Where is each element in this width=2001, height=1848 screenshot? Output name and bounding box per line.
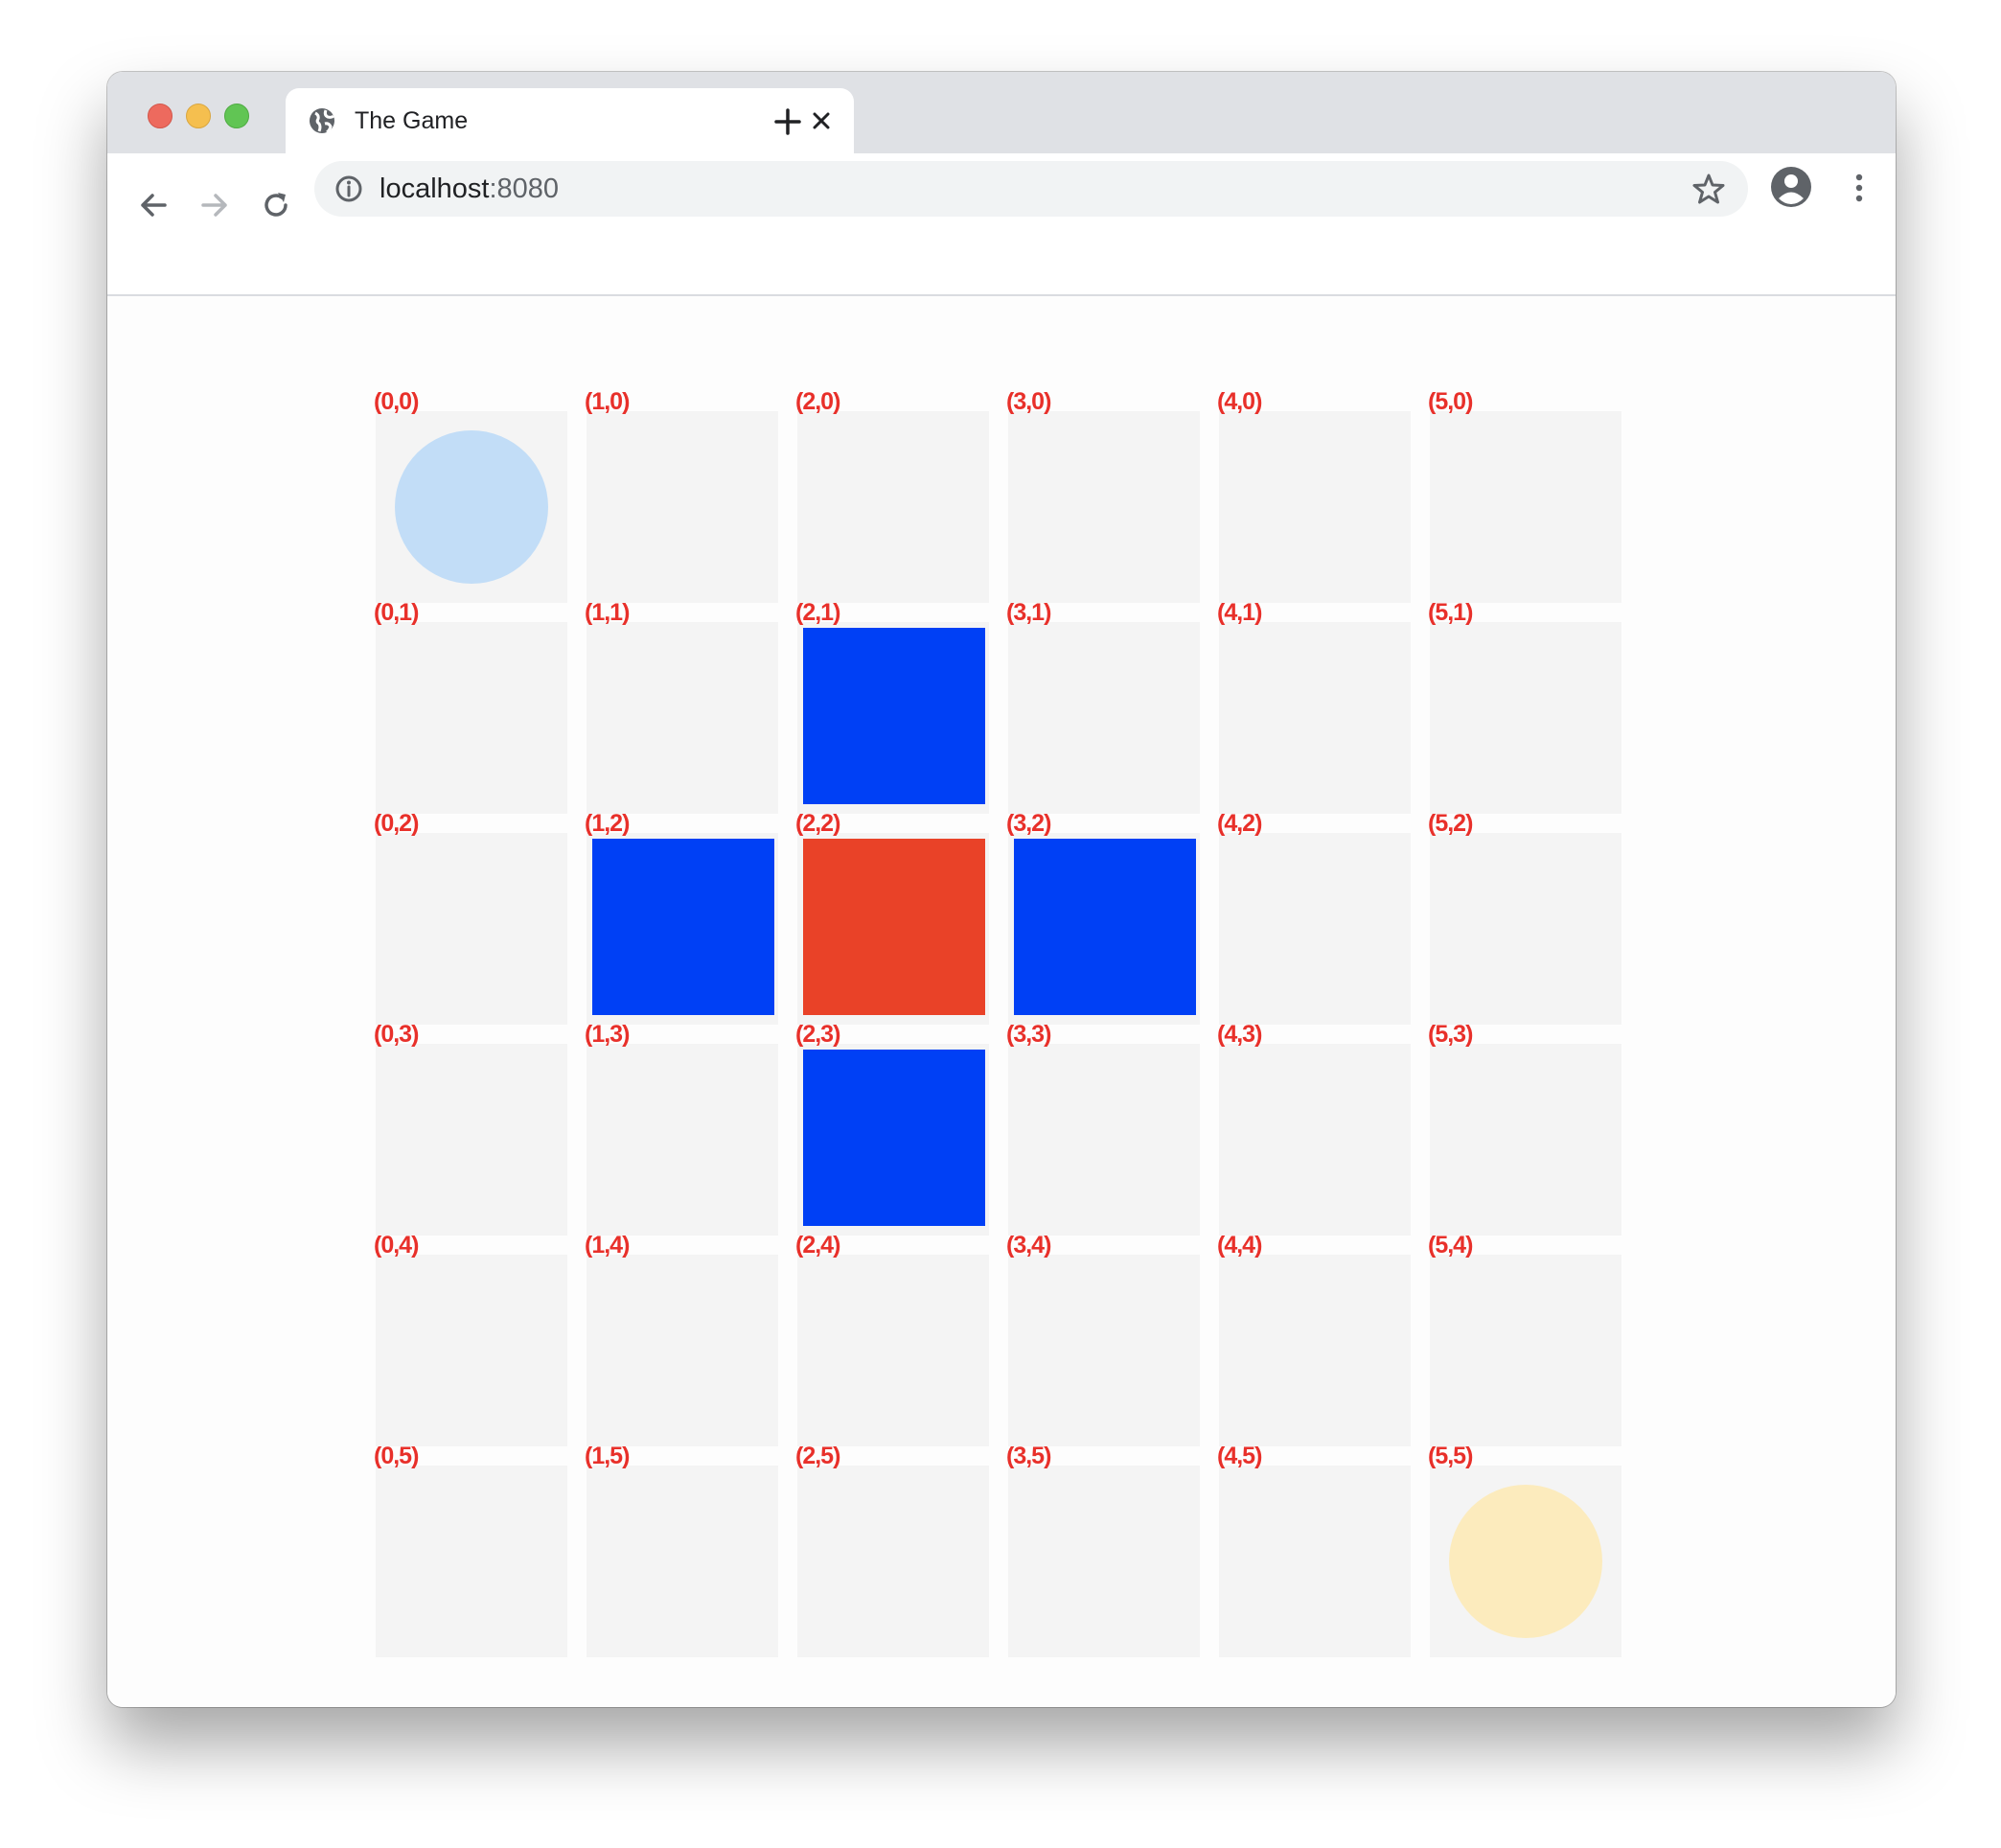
- page-content: (0,0) (1,0) (2,0) (3,0) (4,0) (5,0) (0,1) (1,1)…: [107, 296, 1896, 1707]
- cell-coordinate-label: (2,4): [795, 1232, 840, 1259]
- board-cell[interactable]: [1219, 411, 1411, 603]
- cell-coordinate-label: (0,3): [374, 1021, 419, 1048]
- tab-the-game[interactable]: The Game: [286, 88, 854, 153]
- board-cell[interactable]: [1219, 833, 1411, 1025]
- board-cell[interactable]: [1008, 411, 1200, 603]
- forward-arrow-icon[interactable]: [196, 186, 234, 224]
- cell-coordinate-label: (1,2): [585, 810, 630, 837]
- board-cell[interactable]: [586, 622, 778, 814]
- globe-icon: [310, 108, 335, 134]
- cell-coordinate-label: (4,1): [1217, 599, 1262, 626]
- board-cell[interactable]: [586, 1255, 778, 1446]
- cell-coordinate-label: (5,2): [1428, 810, 1473, 837]
- cell-coordinate-label: (4,0): [1217, 388, 1262, 415]
- board-cell[interactable]: [1430, 622, 1622, 814]
- board-cell[interactable]: [1008, 1255, 1200, 1446]
- cell-coordinate-label: (1,0): [585, 388, 630, 415]
- reload-icon[interactable]: [257, 186, 295, 224]
- board-cell[interactable]: [376, 1044, 567, 1236]
- board-cell[interactable]: [1430, 1255, 1622, 1446]
- blue-square-piece[interactable]: [803, 628, 985, 804]
- cell-coordinate-label: (1,3): [585, 1021, 630, 1048]
- blue-square-piece[interactable]: [592, 839, 774, 1015]
- game-board: (0,0) (1,0) (2,0) (3,0) (4,0) (5,0) (0,1) (1,1)…: [374, 388, 1641, 1657]
- board-cell[interactable]: [586, 1044, 778, 1236]
- minimize-window-button[interactable]: [186, 104, 211, 128]
- board-cell[interactable]: [586, 1466, 778, 1657]
- maximize-window-button[interactable]: [224, 104, 249, 128]
- board-cell[interactable]: [376, 622, 567, 814]
- url-text: localhost:8080: [380, 173, 559, 204]
- board-cell[interactable]: [376, 1255, 567, 1446]
- board-cell[interactable]: [797, 1466, 989, 1657]
- cell-coordinate-label: (0,2): [374, 810, 419, 837]
- cell-coordinate-label: (0,1): [374, 599, 419, 626]
- cell-coordinate-label: (4,3): [1217, 1021, 1262, 1048]
- cell-coordinate-label: (2,1): [795, 599, 840, 626]
- blue-circle-piece[interactable]: [395, 430, 548, 584]
- board-cell[interactable]: [376, 1466, 567, 1657]
- profile-avatar-icon[interactable]: [1769, 165, 1813, 209]
- browser-window: The Game localhost:8080 (0,0) (1,0) (2,0…: [107, 72, 1896, 1707]
- blue-square-piece[interactable]: [1014, 839, 1196, 1015]
- cell-coordinate-label: (4,5): [1217, 1443, 1262, 1469]
- board-cell[interactable]: [1219, 622, 1411, 814]
- board-cell[interactable]: [1219, 1466, 1411, 1657]
- blue-square-piece[interactable]: [803, 1050, 985, 1226]
- info-icon[interactable]: [334, 173, 364, 204]
- cell-coordinate-label: (2,2): [795, 810, 840, 837]
- cell-coordinate-label: (1,5): [585, 1443, 630, 1469]
- close-window-button[interactable]: [148, 104, 172, 128]
- board-cell[interactable]: [1430, 1044, 1622, 1236]
- cell-coordinate-label: (0,0): [374, 388, 419, 415]
- cell-coordinate-label: (3,2): [1006, 810, 1051, 837]
- browser-toolbar: localhost:8080: [107, 153, 1896, 296]
- yellow-circle-piece[interactable]: [1449, 1485, 1602, 1638]
- cell-coordinate-label: (3,5): [1006, 1443, 1051, 1469]
- cell-coordinate-label: (4,4): [1217, 1232, 1262, 1259]
- cell-coordinate-label: (3,4): [1006, 1232, 1051, 1259]
- board-cell[interactable]: [1008, 622, 1200, 814]
- url-port: :8080: [489, 173, 560, 204]
- cell-coordinate-label: (2,3): [795, 1021, 840, 1048]
- cell-coordinate-label: (1,4): [585, 1232, 630, 1259]
- new-tab-icon[interactable]: [770, 104, 805, 139]
- cell-coordinate-label: (5,4): [1428, 1232, 1473, 1259]
- cell-coordinate-label: (3,3): [1006, 1021, 1051, 1048]
- board-cell[interactable]: [1219, 1044, 1411, 1236]
- cell-coordinate-label: (5,0): [1428, 388, 1473, 415]
- board-cell[interactable]: [586, 411, 778, 603]
- board-cell[interactable]: [797, 411, 989, 603]
- cell-coordinate-label: (4,2): [1217, 810, 1262, 837]
- board-cell[interactable]: [797, 1255, 989, 1446]
- board-cell[interactable]: [1008, 1466, 1200, 1657]
- back-arrow-icon[interactable]: [134, 186, 172, 224]
- cell-coordinate-label: (5,5): [1428, 1443, 1473, 1469]
- tab-bar: The Game: [107, 72, 1896, 153]
- cell-coordinate-label: (0,5): [374, 1443, 419, 1469]
- cell-coordinate-label: (0,4): [374, 1232, 419, 1259]
- cell-coordinate-label: (5,3): [1428, 1021, 1473, 1048]
- bookmark-star-icon[interactable]: [1690, 171, 1727, 207]
- board-cell[interactable]: [1430, 411, 1622, 603]
- cell-coordinate-label: (2,0): [795, 388, 840, 415]
- cell-coordinate-label: (5,1): [1428, 599, 1473, 626]
- board-cell[interactable]: [376, 833, 567, 1025]
- tab-title: The Game: [355, 107, 469, 134]
- board-cell[interactable]: [1430, 833, 1622, 1025]
- board-cell[interactable]: [1008, 1044, 1200, 1236]
- cell-coordinate-label: (2,5): [795, 1443, 840, 1469]
- cell-coordinate-label: (1,1): [585, 599, 630, 626]
- address-bar[interactable]: localhost:8080: [314, 161, 1748, 217]
- more-menu-icon[interactable]: [1840, 169, 1878, 207]
- cell-coordinate-label: (3,0): [1006, 388, 1051, 415]
- cell-coordinate-label: (3,1): [1006, 599, 1051, 626]
- board-cell[interactable]: [1219, 1255, 1411, 1446]
- close-tab-icon[interactable]: [808, 107, 835, 134]
- red-square-piece[interactable]: [803, 839, 985, 1015]
- url-host: localhost: [380, 173, 490, 204]
